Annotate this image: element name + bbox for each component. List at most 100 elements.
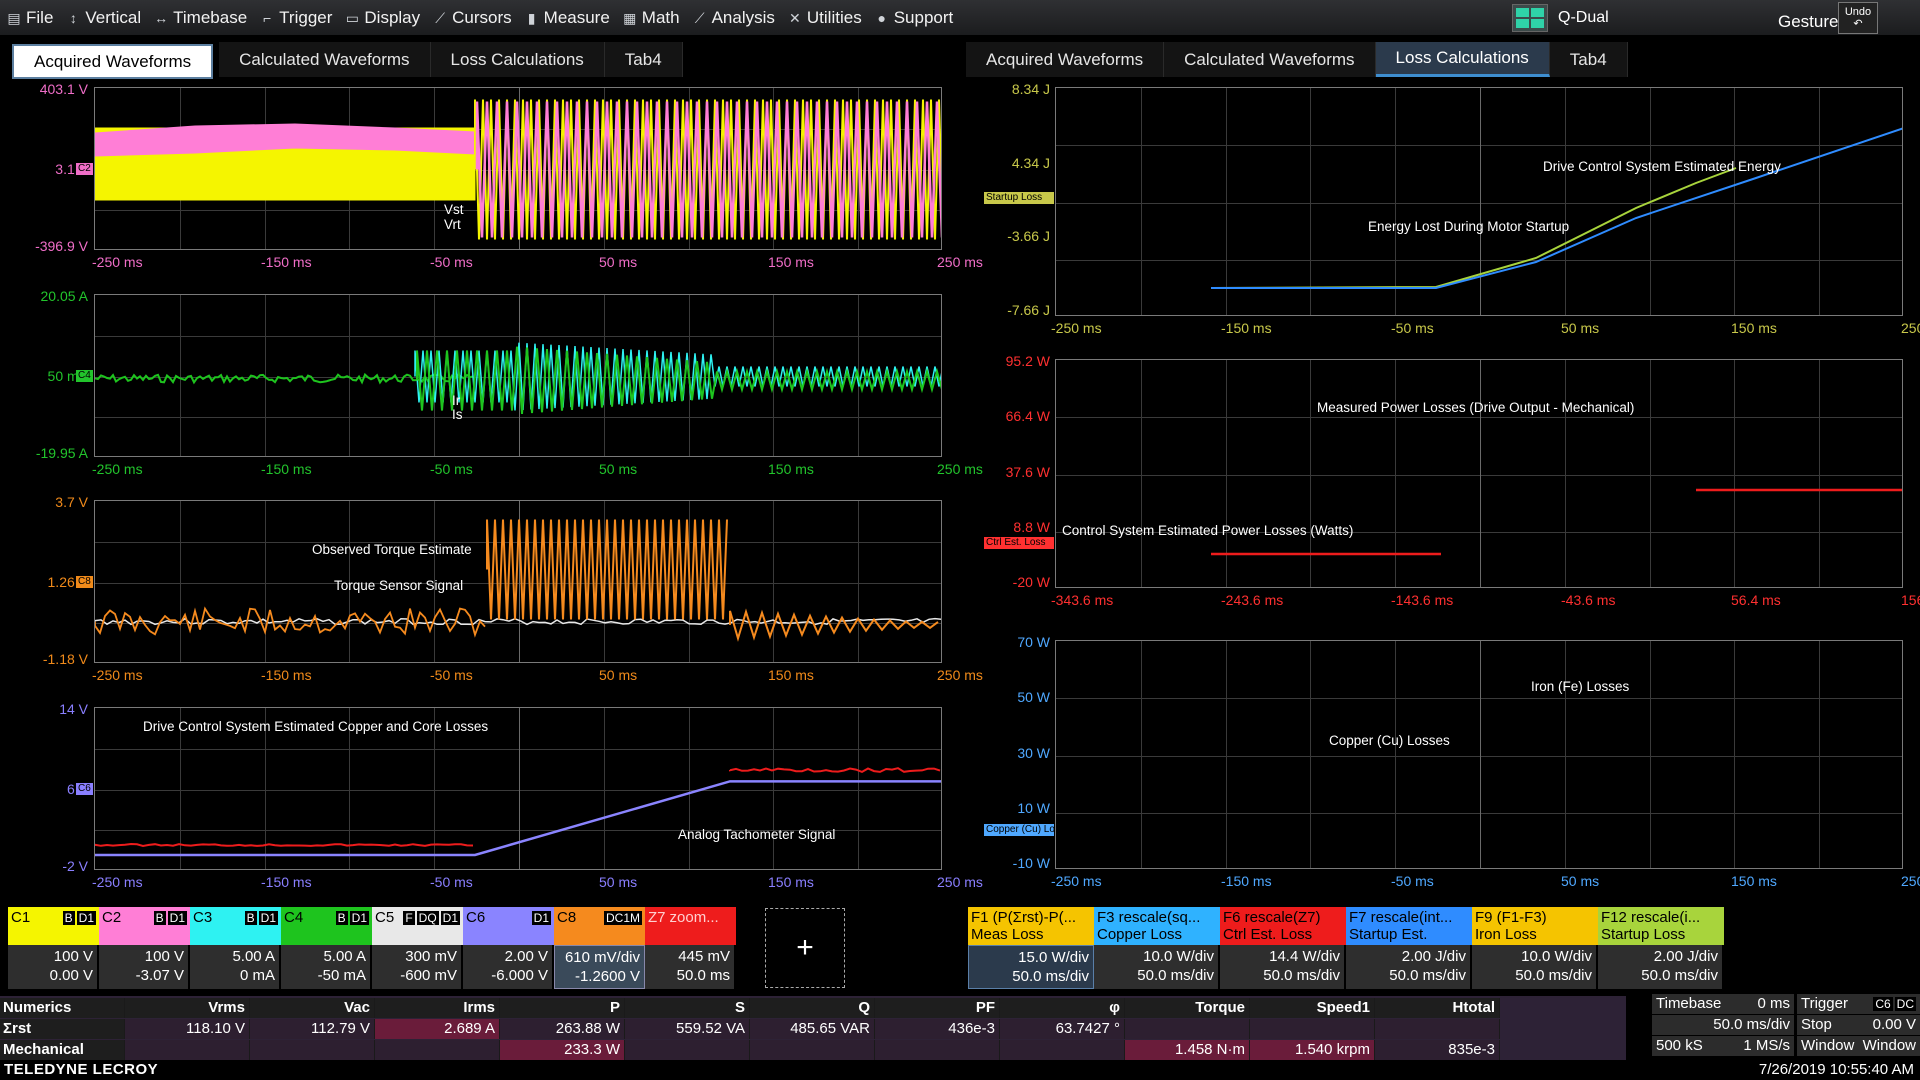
menu-label: Vertical (85, 7, 142, 27)
menu-cursors[interactable]: ⟋ Cursors (426, 0, 518, 35)
left-plot-3[interactable] (94, 500, 942, 663)
right-plot-2[interactable] (1055, 359, 1903, 588)
tab-tab4[interactable]: Tab4 (1549, 42, 1628, 77)
display-mode[interactable]: Q-Dual (1512, 2, 1609, 33)
channel-tile-c4[interactable]: C4 B D1 5.00 A -50 mA (281, 907, 372, 989)
channel-badge: B (153, 911, 166, 925)
waveform-annotation: Drive Control System Estimated Copper an… (143, 719, 489, 734)
tab-acquired-waveforms[interactable]: Acquired Waveforms (966, 42, 1165, 77)
channel-tile-c8[interactable]: C8 DC1M 610 mV/div -1.2600 V (554, 907, 645, 989)
menu-support[interactable]: ● Support (868, 0, 960, 35)
right-plot-1[interactable] (1055, 87, 1903, 316)
function-tile-5[interactable]: F9 (F1-F3) Iron Loss 10.0 W/div 50.0 ms/div (1472, 907, 1598, 989)
numerics-row1: Σrst 118.10 V 112.79 V 2.689 A 263.88 W 559.5… (0, 1019, 1626, 1039)
y-axis-label: 14 V (59, 701, 88, 717)
channel-marker[interactable]: C2 (76, 162, 93, 175)
right-plot-3[interactable] (1055, 640, 1903, 869)
tab-loss-calculations[interactable]: Loss Calculations (430, 42, 605, 77)
numerics-cell: Irms (375, 998, 500, 1018)
c6-trace (95, 780, 941, 857)
tab-acquired-waveforms[interactable]: Acquired Waveforms (12, 44, 214, 79)
x-tick-label: 50 ms (599, 667, 638, 683)
tab-calculated-waveforms[interactable]: Calculated Waveforms (219, 42, 431, 77)
x-tick-label: 50 ms (599, 461, 638, 477)
menu-utilities[interactable]: ✕ Utilities (781, 0, 868, 35)
numerics-cell: Vac (250, 998, 375, 1018)
menu-trigger[interactable]: ⌐ Trigger (253, 0, 338, 35)
menu-vertical[interactable]: ↕ Vertical (59, 0, 147, 35)
channel-scale: 5.00 A (232, 948, 275, 965)
function-tile-6[interactable]: F12 rescale(i... Startup Loss 2.00 J/div 50… (1598, 907, 1724, 989)
y-axis-label: 8.34 J (1011, 81, 1050, 97)
menu-math[interactable]: ▦ Math (616, 0, 686, 35)
x-tick-label: 56.4 ms (1731, 592, 1781, 608)
channel-name-row: Z7 zoom... (648, 909, 733, 926)
numerics-table[interactable]: Numerics Vrms Vac Irms P S Q PF φ Torque Speed1 Ηto… (0, 996, 1626, 1060)
function-marker[interactable]: Ctrl Est. Loss (984, 537, 1054, 549)
x-tick-label: 250 ms (937, 667, 983, 683)
function-header: F1 (P(Σrst)-P(... Meas Loss (968, 907, 1094, 945)
numerics-cell (1250, 1019, 1375, 1039)
function-marker[interactable]: Copper (Cu) Lo (984, 824, 1054, 836)
function-tile-3[interactable]: F6 rescale(Z7) Ctrl Est. Loss 14.4 W/div 50… (1220, 907, 1346, 989)
x-tick-label: -43.6 ms (1561, 592, 1616, 608)
channel-badge: DC1M (603, 911, 642, 925)
menu-measure[interactable]: ▮ Measure (518, 0, 616, 35)
function-header: F6 rescale(Z7) Ctrl Est. Loss (1220, 907, 1346, 945)
x-tick-label: -250 ms (1051, 873, 1102, 889)
function-tile-2[interactable]: F3 rescale(sq... Copper Loss 10.0 W/div 50.… (1094, 907, 1220, 989)
add-channel-button[interactable]: + (765, 908, 845, 988)
channel-header: C8 DC1M (554, 907, 645, 945)
numerics-row2: Mechanical 233.3 W 1.458 N·m 1.540 krpm 835e… (0, 1040, 1626, 1060)
channel-tile-c3[interactable]: C3 B D1 5.00 A 0 mA (190, 907, 281, 989)
menu-file[interactable]: ▤ File (0, 0, 59, 35)
menu-analysis[interactable]: ⟋ Analysis (686, 0, 781, 35)
left-plot-1[interactable] (94, 87, 942, 250)
channel-name: C3 (193, 909, 213, 926)
channel-tile-c1[interactable]: C1 B D1 100 V 0.00 V (8, 907, 99, 989)
x-tick-label: -150 ms (261, 874, 312, 890)
menu-timebase[interactable]: ↔ Timebase (147, 0, 253, 35)
function-label: Iron Loss (1475, 926, 1537, 943)
function-header: F12 rescale(i... Startup Loss (1598, 907, 1724, 945)
function-marker[interactable]: Startup Loss (984, 192, 1054, 204)
tab-tab4[interactable]: Tab4 (604, 42, 683, 77)
channel-offset: 0.00 V (49, 967, 93, 984)
right-tab-bar: Acquired Waveforms Calculated Waveforms Lo… (966, 42, 1628, 77)
numerics-cell (125, 1040, 250, 1060)
numerics-cell: Vrms (125, 998, 250, 1018)
tab-calculated-waveforms[interactable]: Calculated Waveforms (1164, 42, 1376, 77)
tab-loss-calculations[interactable]: Loss Calculations (1375, 42, 1550, 77)
channel-tile-z7[interactable]: Z7 zoom... 445 mV 50.0 ms (645, 907, 736, 989)
channel-marker[interactable]: C6 (76, 782, 93, 795)
numerics-cell: 559.52 VA (625, 1019, 750, 1039)
trigger-type: Window (1801, 1037, 1855, 1054)
channel-tile-c2[interactable]: C2 B D1 100 V -3.07 V (99, 907, 190, 989)
channel-marker[interactable]: C4 (76, 369, 93, 382)
gesture-label[interactable]: Gesture (1778, 12, 1838, 32)
waveform-annotation: Copper (Cu) Losses (1329, 733, 1450, 748)
trigger-icon: ⌐ (263, 9, 272, 26)
function-tile-4[interactable]: F7 rescale(int... Startup Est. 2.00 J/div 5… (1346, 907, 1472, 989)
function-timebase: 50.0 ms/div (1012, 968, 1089, 985)
numerics-cell: 485.65 VAR (750, 1019, 875, 1039)
menu-display[interactable]: ▭ Display (338, 0, 426, 35)
undo-button[interactable]: Undo ↶ (1838, 2, 1878, 34)
channel-name: C5 (375, 909, 395, 926)
channel-tile-c5[interactable]: C5 F DQ D1 300 mV -600 mV (372, 907, 463, 989)
function-values: 2.00 J/div 50.0 ms/div (1598, 945, 1724, 989)
timebase-header[interactable]: Timebase 0 ms (1652, 994, 1794, 1014)
channel-name-row: C6 D1 (466, 909, 551, 926)
channel-name: C8 (557, 909, 577, 926)
x-tick-label: -250 ms (92, 874, 143, 890)
timebase-trigger-box[interactable]: Timebase 0 ms 50.0 ms/div 500 kS 1 MS/s Tr… (1652, 994, 1920, 1060)
y-axis-label: -7.66 J (1007, 302, 1050, 318)
left-plot-2[interactable] (94, 294, 942, 457)
f7-trace (1211, 127, 1902, 289)
trigger-header[interactable]: Trigger C6 DC (1797, 994, 1920, 1014)
channel-tile-c6[interactable]: C6 D1 2.00 V -6.000 V (463, 907, 554, 989)
waveform-annotation: Drive Control System Estimated Energy (1543, 159, 1781, 174)
function-tile-1[interactable]: F1 (P(Σrst)-P(... Meas Loss 15.0 W/div 50.0… (968, 907, 1094, 989)
numerics-cell: 263.88 W (500, 1019, 625, 1039)
channel-marker[interactable]: C8 (76, 575, 93, 588)
